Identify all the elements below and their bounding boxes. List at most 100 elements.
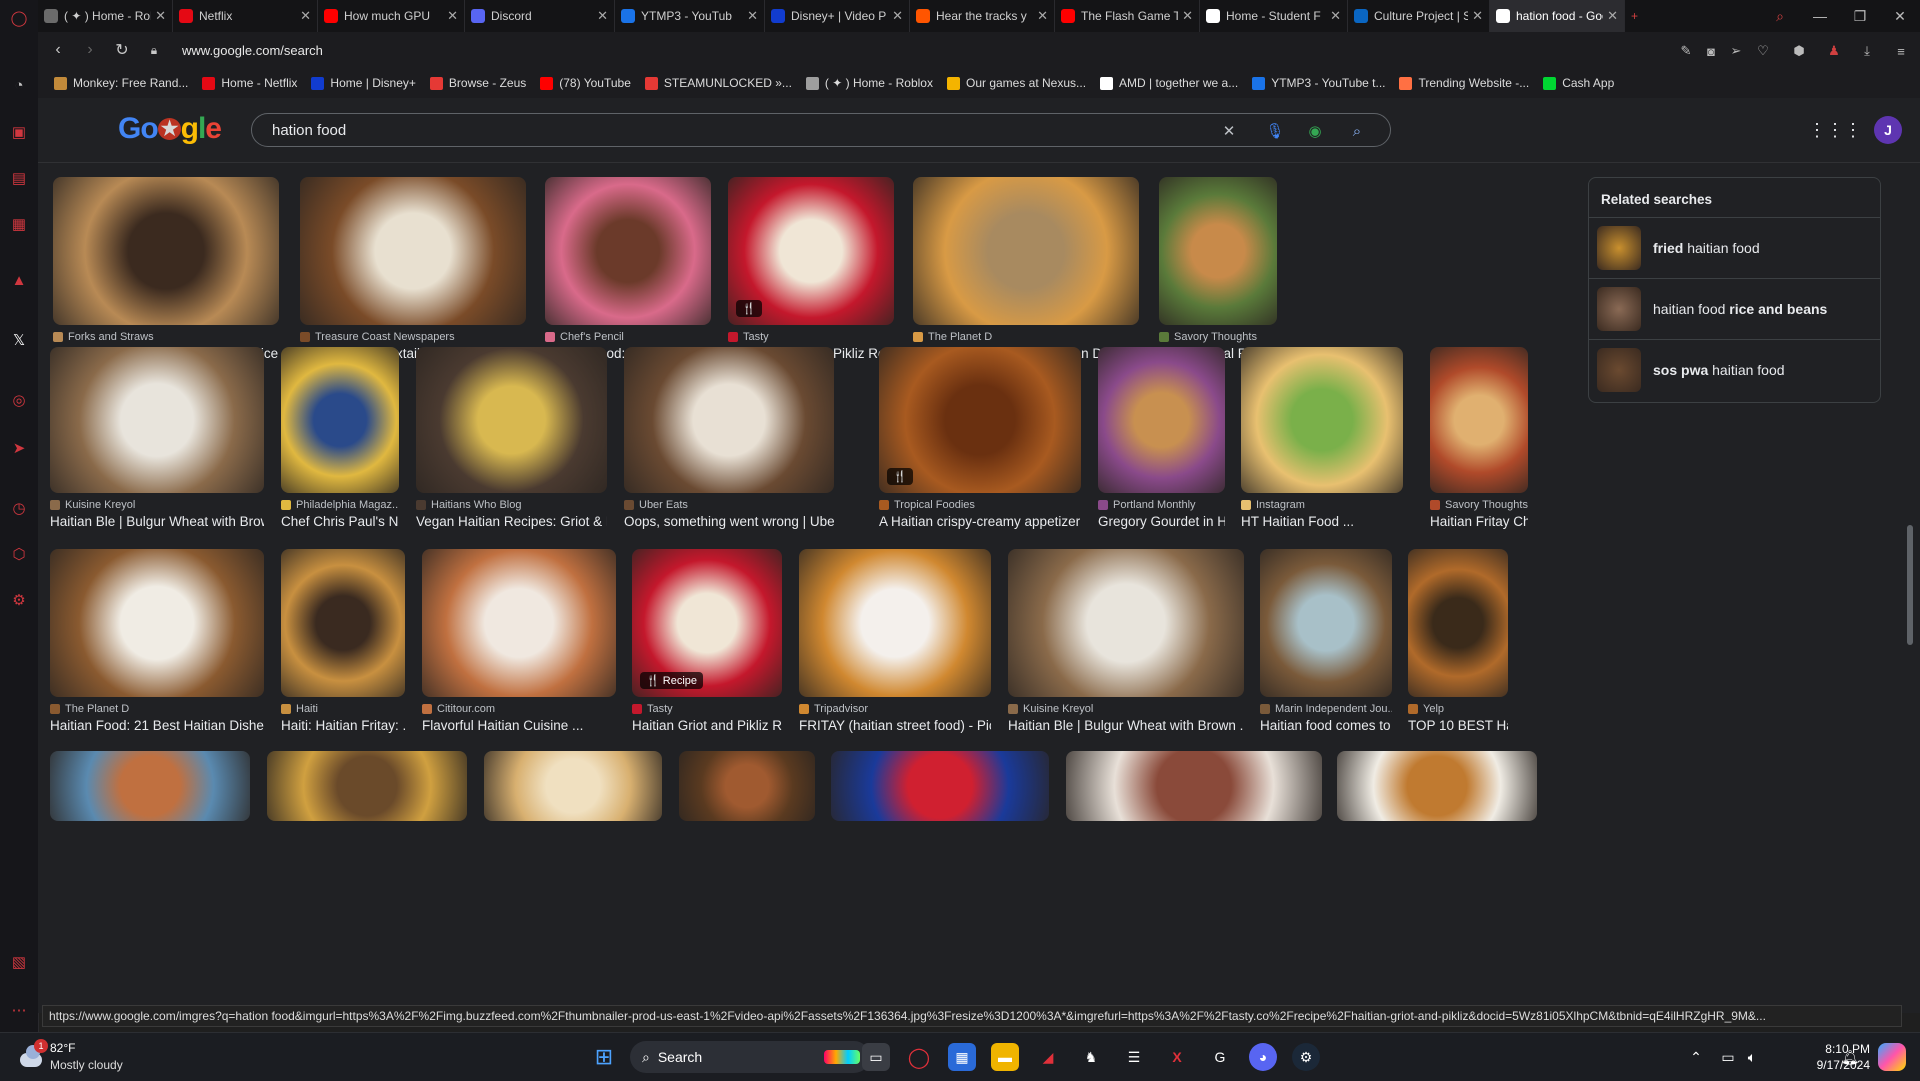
result-source[interactable]: Chef's Pencil <box>545 331 711 343</box>
steam-taskbar-icon[interactable]: ⚙ <box>1292 1043 1320 1071</box>
result-title[interactable]: Flavorful Haitian Cuisine ... <box>422 718 616 733</box>
result-title[interactable]: Haitian Fritay Charc... <box>1430 514 1528 529</box>
google-logo[interactable]: Go ★ gle <box>118 112 222 146</box>
reload-icon[interactable]: ↻ <box>106 34 138 66</box>
more-dots-icon[interactable]: ⋯ <box>9 1000 29 1020</box>
image-result-card[interactable]: Marin Independent Jou... Haitian food com… <box>1260 549 1392 733</box>
result-title[interactable]: Haitian Food: 21 Best Haitian Dishes ... <box>50 718 264 733</box>
image-result-card[interactable]: Haitians Who Blog Vegan Haitian Recipes: … <box>416 347 607 529</box>
tab-close-icon[interactable]: ✕ <box>747 8 758 24</box>
image-result-card[interactable]: Instagram HT Haitian Food ... <box>1241 347 1403 529</box>
speed-dial-icon[interactable]: ◔ <box>9 75 29 95</box>
app-g-icon[interactable]: G <box>1206 1043 1234 1071</box>
food-thumbnail[interactable] <box>1159 177 1277 325</box>
result-source[interactable]: Savory Thoughts <box>1430 499 1528 511</box>
result-source[interactable]: Portland Monthly <box>1098 499 1225 511</box>
result-source[interactable]: The Planet D <box>50 703 264 715</box>
result-title[interactable]: HT Haitian Food ... <box>1241 514 1403 529</box>
food-thumbnail[interactable] <box>281 347 399 493</box>
bookmark-item[interactable]: AMD | together we a... <box>1100 76 1238 90</box>
image-result-card[interactable] <box>679 751 815 821</box>
tab[interactable]: How much GPU ✕ <box>318 0 465 32</box>
search-icon[interactable]: ⌕ <box>1346 120 1368 142</box>
notification-bell-icon[interactable]: 🔔︎ <box>1840 1043 1860 1071</box>
x-twitter-icon[interactable]: 𝕏 <box>9 330 29 350</box>
result-source[interactable]: Cititour.com <box>422 703 616 715</box>
bookmark-item[interactable]: Cash App <box>1543 76 1614 90</box>
result-source[interactable]: Instagram <box>1241 499 1403 511</box>
food-thumbnail[interactable] <box>1098 347 1225 493</box>
food-thumbnail[interactable] <box>50 347 264 493</box>
food-thumbnail[interactable] <box>416 347 607 493</box>
image-result-card[interactable]: Portland Monthly Gregory Gourdet in H... <box>1098 347 1225 529</box>
image-result-card[interactable]: The Planet DHaitian Food: 21 Best Haitia… <box>913 177 1139 361</box>
network-icon[interactable]: ▭ <box>1718 1043 1738 1071</box>
easy-setup-icon[interactable]: ≡ <box>1892 42 1910 60</box>
food-thumbnail[interactable] <box>484 751 662 821</box>
result-title[interactable]: Haitian Ble | Bulgur Wheat with Brown ..… <box>1008 718 1244 733</box>
image-result-card[interactable]: Savory Thoughts Haitian Fritay Charc... <box>1430 347 1528 529</box>
food-thumbnail[interactable] <box>1241 347 1403 493</box>
forward-arrow-icon[interactable]: › <box>74 34 106 66</box>
tab[interactable]: ( ✦ ) Home - Rob ✕ <box>38 0 173 32</box>
image-result-card[interactable] <box>831 751 1049 821</box>
shopping-icon[interactable]: ▣ <box>9 122 29 142</box>
url-field[interactable]: www.google.com/search <box>182 43 323 58</box>
tab-close-icon[interactable]: ✕ <box>447 8 458 24</box>
food-thumbnail[interactable] <box>1008 549 1244 697</box>
tab-close-icon[interactable]: ✕ <box>1472 8 1483 24</box>
result-source[interactable]: Forks and Straws <box>53 331 279 343</box>
image-result-card[interactable]: 🍴 Recipe Tasty Haitian Griot and Pikliz Re… <box>632 549 782 733</box>
tab-close-icon[interactable]: ✕ <box>1182 8 1193 24</box>
tab-close-icon[interactable]: ✕ <box>1037 8 1048 24</box>
task-view-icon[interactable]: ▭ <box>862 1043 890 1071</box>
messenger-icon[interactable]: ◎ <box>9 390 29 410</box>
app-x-icon[interactable]: X <box>1163 1043 1191 1071</box>
result-source[interactable]: Marin Independent Jou... <box>1260 703 1392 715</box>
related-search-item[interactable]: sos pwa haitian food <box>1589 339 1880 400</box>
food-thumbnail[interactable] <box>1430 347 1528 493</box>
bookmark-item[interactable]: Browse - Zeus <box>429 76 526 90</box>
tab[interactable]: YTMP3 - YouTub ✕ <box>615 0 765 32</box>
windows-start-icon[interactable]: ⊞ <box>590 1043 618 1071</box>
related-search-item[interactable]: fried haitian food <box>1589 217 1880 278</box>
image-result-card[interactable]: 🍴TastyHaitian Griot and Pikliz Recip... <box>728 177 894 361</box>
player-icon[interactable]: ▦ <box>9 214 29 234</box>
bookmark-item[interactable]: (78) YouTube <box>540 76 631 90</box>
tray-chevron-icon[interactable]: ⌃ <box>1688 1043 1704 1071</box>
food-thumbnail[interactable] <box>545 177 711 325</box>
food-thumbnail[interactable] <box>300 177 526 325</box>
lock-icon[interactable]: 🔒︎ <box>138 34 170 66</box>
tab[interactable]: The Flash Game T ✕ <box>1055 0 1200 32</box>
lens-icon[interactable]: ◉ <box>1304 120 1326 142</box>
result-source[interactable]: The Planet D <box>913 331 1139 343</box>
tab[interactable]: hation food - Goo ✕ <box>1490 0 1625 32</box>
food-thumbnail[interactable] <box>422 549 616 697</box>
image-result-card[interactable]: Uber Eats Oops, something went wrong | Ub… <box>624 347 834 529</box>
send-flow-icon[interactable]: ➢ <box>1727 42 1745 60</box>
food-thumbnail[interactable] <box>1408 549 1508 697</box>
image-result-card[interactable] <box>267 751 467 821</box>
image-result-card[interactable]: Savory ThoughtsHaitian Meal Plannin... <box>1159 177 1277 361</box>
image-result-card[interactable] <box>1066 751 1322 821</box>
mic-icon[interactable]: 🎙︎ <box>1264 120 1286 142</box>
opera-gx-taskbar-icon[interactable]: ◯ <box>905 1043 933 1071</box>
history-icon[interactable]: ◷ <box>9 498 29 518</box>
related-search-item[interactable]: haitian food rice and beans <box>1589 278 1880 339</box>
food-thumbnail[interactable] <box>913 177 1139 325</box>
image-result-card[interactable]: Treasure Coast Newspapers Griot, legume, … <box>300 177 526 361</box>
twitch-icon[interactable]: ▤ <box>9 168 29 188</box>
image-result-card[interactable]: Kuisine Kreyol Haitian Ble | Bulgur Wheat… <box>50 347 264 529</box>
new-tab-plus-icon[interactable]: + <box>1625 0 1661 32</box>
image-result-card[interactable]: The Planet D Haitian Food: 21 Best Haitia… <box>50 549 264 733</box>
result-title[interactable]: TOP 10 BEST Haitian ... <box>1408 718 1508 733</box>
result-source[interactable]: Haitians Who Blog <box>416 499 607 511</box>
result-source[interactable]: Uber Eats <box>624 499 834 511</box>
clear-icon[interactable]: ✕ <box>1218 120 1240 142</box>
settings-gear-icon[interactable]: ⚙ <box>9 590 29 610</box>
tab-close-icon[interactable]: ✕ <box>300 8 311 24</box>
bookmark-item[interactable]: Our games at Nexus... <box>946 76 1086 90</box>
result-source[interactable]: Tasty <box>632 703 782 715</box>
result-source[interactable]: Yelp <box>1408 703 1508 715</box>
image-result-card[interactable]: Cititour.com Flavorful Haitian Cuisine ..… <box>422 549 616 733</box>
